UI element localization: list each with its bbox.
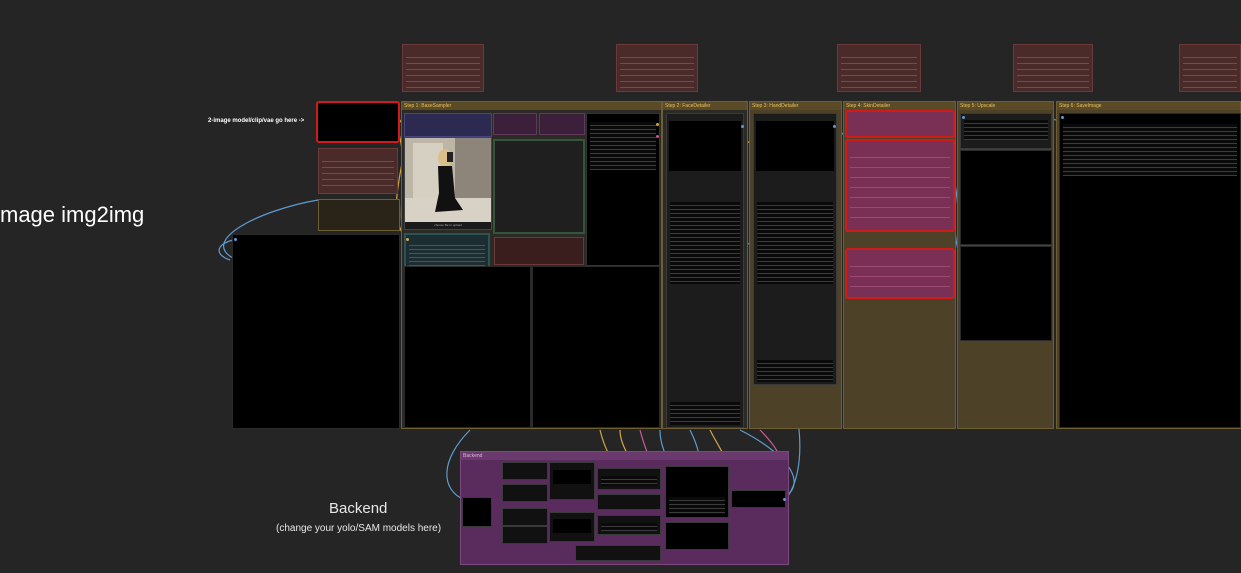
step1-sampler-node[interactable]: [586, 113, 660, 266]
top-node-4[interactable]: [1013, 44, 1093, 92]
node-widgets[interactable]: [1063, 124, 1237, 176]
backend-title-label: Backend: [329, 500, 388, 517]
step1-image-node[interactable]: choose file to upload: [404, 137, 492, 230]
step6-save-image-node[interactable]: [1059, 113, 1241, 428]
prompt-node[interactable]: [318, 199, 400, 231]
step5-preview-a[interactable]: [960, 150, 1052, 245]
step2-preview: [669, 121, 741, 171]
backend-node-13[interactable]: [665, 522, 729, 550]
step1-node-b[interactable]: [493, 113, 537, 135]
backend-node-11[interactable]: [575, 545, 661, 561]
loader-node-2[interactable]: [318, 148, 398, 194]
backend-node-12[interactable]: [665, 466, 729, 518]
backend-node-4[interactable]: [502, 508, 548, 526]
group-step4-title: Step 4: SkinDetailer: [844, 102, 955, 110]
step5-node-a[interactable]: [960, 113, 1052, 149]
group-step1-title: Step 1: BaseSampler: [402, 102, 661, 110]
backend-node-14[interactable]: [731, 490, 786, 508]
loader-node-selected[interactable]: [316, 101, 400, 143]
output-dot[interactable]: [833, 125, 836, 128]
step4-node-a-selected[interactable]: [845, 110, 955, 138]
group-step5-title: Step 5: Upscale: [958, 102, 1053, 110]
node-widgets[interactable]: [1017, 52, 1089, 88]
step1-preview-b[interactable]: [532, 266, 660, 428]
node-widgets[interactable]: [757, 202, 833, 284]
step3-detailer-node[interactable]: [753, 113, 837, 385]
top-node-5[interactable]: [1179, 44, 1241, 92]
step1-node-green[interactable]: [493, 139, 585, 234]
step2-detailer-node[interactable]: [666, 113, 744, 428]
group-backend-title: Backend: [461, 452, 788, 460]
top-node-1[interactable]: [402, 44, 484, 92]
step3-preview: [756, 121, 834, 171]
step1-node-c[interactable]: [539, 113, 585, 135]
output-dot[interactable]: [783, 498, 786, 501]
backend-node-10[interactable]: [597, 515, 661, 535]
load-hint-label: 2-image model/clip/vae go here ->: [208, 118, 305, 124]
step5-preview-b[interactable]: [960, 246, 1052, 341]
group-step2-title: Step 2: FaceDetailer: [663, 102, 747, 110]
top-node-2[interactable]: [616, 44, 698, 92]
output-dot[interactable]: [741, 125, 744, 128]
group-step3-title: Step 3: HandDetailer: [750, 102, 841, 110]
backend-node-7[interactable]: [549, 512, 595, 542]
node-widgets[interactable]: [1183, 52, 1237, 88]
node-widgets[interactable]: [590, 122, 656, 170]
step1-node-a[interactable]: [404, 113, 492, 137]
input-dot[interactable]: [406, 238, 409, 241]
node-widgets[interactable]: [322, 156, 394, 190]
top-node-3[interactable]: [837, 44, 921, 92]
backend-node-8[interactable]: [597, 468, 661, 490]
step1-node-d[interactable]: [494, 237, 584, 265]
backend-node-9[interactable]: [597, 494, 661, 510]
step4-node-c-selected[interactable]: [845, 248, 955, 299]
input-dot[interactable]: [1061, 116, 1064, 119]
step1-preview-a[interactable]: [404, 266, 531, 428]
input-dot[interactable]: [234, 238, 237, 241]
backend-node-6[interactable]: [549, 462, 595, 500]
node-widgets[interactable]: [670, 202, 740, 284]
node-widgets[interactable]: [850, 148, 950, 227]
upload-caption[interactable]: choose file to upload: [405, 223, 491, 227]
output-dot[interactable]: [656, 135, 659, 138]
reference-photo: [405, 138, 491, 222]
input-dot[interactable]: [962, 116, 965, 119]
output-dot[interactable]: [656, 123, 659, 126]
backend-node-5[interactable]: [502, 526, 548, 544]
node-widgets-lower[interactable]: [757, 360, 833, 382]
node-widgets[interactable]: [669, 497, 725, 514]
node-widgets[interactable]: [601, 476, 657, 486]
image-preview-node-left[interactable]: [232, 234, 400, 429]
node-widgets[interactable]: [406, 52, 480, 88]
node-widgets[interactable]: [850, 257, 950, 294]
backend-node-3[interactable]: [502, 484, 548, 502]
backend-node-1[interactable]: [462, 497, 492, 527]
node-widgets[interactable]: [964, 120, 1048, 140]
backend-subtitle-label: (change your yolo/SAM models here): [276, 523, 442, 534]
workflow-title-label: mage img2img: [0, 202, 145, 227]
node-widgets[interactable]: [601, 523, 657, 531]
step4-node-b-selected[interactable]: [845, 139, 955, 232]
node-widgets-lower[interactable]: [670, 402, 740, 425]
node-widgets[interactable]: [620, 52, 694, 88]
backend-node-2[interactable]: [502, 462, 548, 480]
node-widgets[interactable]: [841, 52, 917, 88]
group-step6-title: Step 6: SaveImage: [1057, 102, 1240, 110]
